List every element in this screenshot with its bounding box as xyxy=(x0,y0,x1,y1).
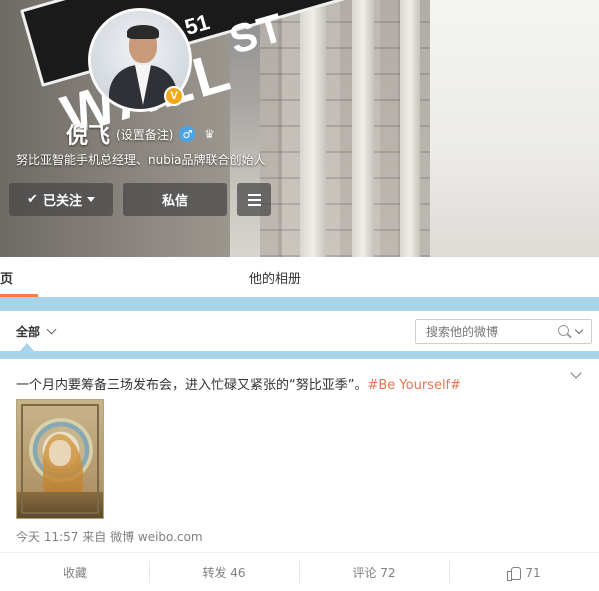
tab-album[interactable]: 他的相册 xyxy=(249,257,301,297)
caret-down-icon xyxy=(86,197,95,202)
post-time[interactable]: 今天 11:57 xyxy=(16,530,78,544)
comment-label: 评论 72 xyxy=(352,566,396,580)
verified-badge-icon: V xyxy=(164,86,184,106)
forward-label: 转发 46 xyxy=(202,566,246,580)
filter-all-label: 全部 xyxy=(16,325,41,339)
like-button[interactable]: 71 xyxy=(449,553,599,591)
tab-album-label: 他的相册 xyxy=(249,271,302,287)
post-source-prefix: 来自 xyxy=(82,530,107,544)
post-text: 一个月内要筹备三场发布会，进入忙碌又紧张的“努比亚季”。#Be Yourself… xyxy=(16,374,461,393)
chevron-down-icon xyxy=(46,324,57,335)
cover-column xyxy=(400,0,420,257)
section-divider xyxy=(0,297,599,311)
post-meta: 今天 11:57 来自 微博 weibo.com xyxy=(16,528,203,545)
like-count: 71 xyxy=(525,565,541,580)
post-menu-chevron-icon[interactable] xyxy=(570,367,582,379)
male-icon: ♂ xyxy=(179,126,196,142)
art-nouveau-zodiac-image[interactable] xyxy=(16,399,104,519)
search-box[interactable] xyxy=(415,319,592,344)
tab-home-label: 主页 xyxy=(0,271,14,287)
favorite-label: 收藏 xyxy=(62,566,87,580)
filter-pointer xyxy=(20,343,34,351)
favorite-button[interactable]: 收藏 xyxy=(0,553,150,591)
private-message-button[interactable]: 私信 xyxy=(123,183,227,216)
set-remark-link[interactable]: (设置备注) xyxy=(116,126,173,143)
tab-home[interactable]: 主页 xyxy=(0,257,38,297)
profile-tabs: 主页 他的相册 xyxy=(0,257,599,297)
section-divider xyxy=(0,351,599,359)
following-button[interactable]: ✔ 已关注 xyxy=(9,183,113,216)
cover-column xyxy=(300,0,326,257)
cover-sky xyxy=(430,0,599,257)
feed-filter-bar: 全部 xyxy=(0,311,599,351)
search-icon[interactable] xyxy=(558,325,569,336)
private-message-label: 私信 xyxy=(161,194,188,209)
post-source[interactable]: 微博 weibo.com xyxy=(110,530,203,544)
post-actions-bar: 收藏 转发 46 评论 72 71 xyxy=(0,552,599,591)
feed-post-card: 一个月内要筹备三场发布会，进入忙碌又紧张的“努比亚季”。#Be Yourself… xyxy=(0,359,599,591)
profile-name-row: 倪飞 (设置备注) ♂ ♛ xyxy=(66,118,217,150)
hamburger-menu-icon xyxy=(247,193,261,206)
forward-button[interactable]: 转发 46 xyxy=(149,553,299,591)
profile-cover: WALL ST 51 V 倪飞 (设置备注) ♂ ♛ 努比亚智能手机总经理、nu… xyxy=(0,0,599,257)
following-label: 已关注 xyxy=(42,194,82,209)
profile-name: 倪飞 xyxy=(66,124,111,149)
thumbs-up-icon xyxy=(507,566,522,581)
cover-column xyxy=(352,0,374,257)
hashtag-link[interactable]: #Be Yourself# xyxy=(367,378,461,393)
profile-description: 努比亚智能手机总经理、nubia品牌联合创始人 xyxy=(16,153,266,167)
post-body: 一个月内要筹备三场发布会，进入忙碌又紧张的“努比亚季”。 xyxy=(16,378,368,393)
check-icon: ✔ xyxy=(27,192,38,207)
comment-button[interactable]: 评论 72 xyxy=(299,553,449,591)
more-menu-button[interactable] xyxy=(237,183,271,216)
search-input[interactable] xyxy=(416,320,556,343)
vip-icon[interactable]: ♛ xyxy=(201,126,217,142)
chevron-down-icon[interactable] xyxy=(574,325,584,335)
filter-all-dropdown[interactable]: 全部 xyxy=(16,323,57,340)
